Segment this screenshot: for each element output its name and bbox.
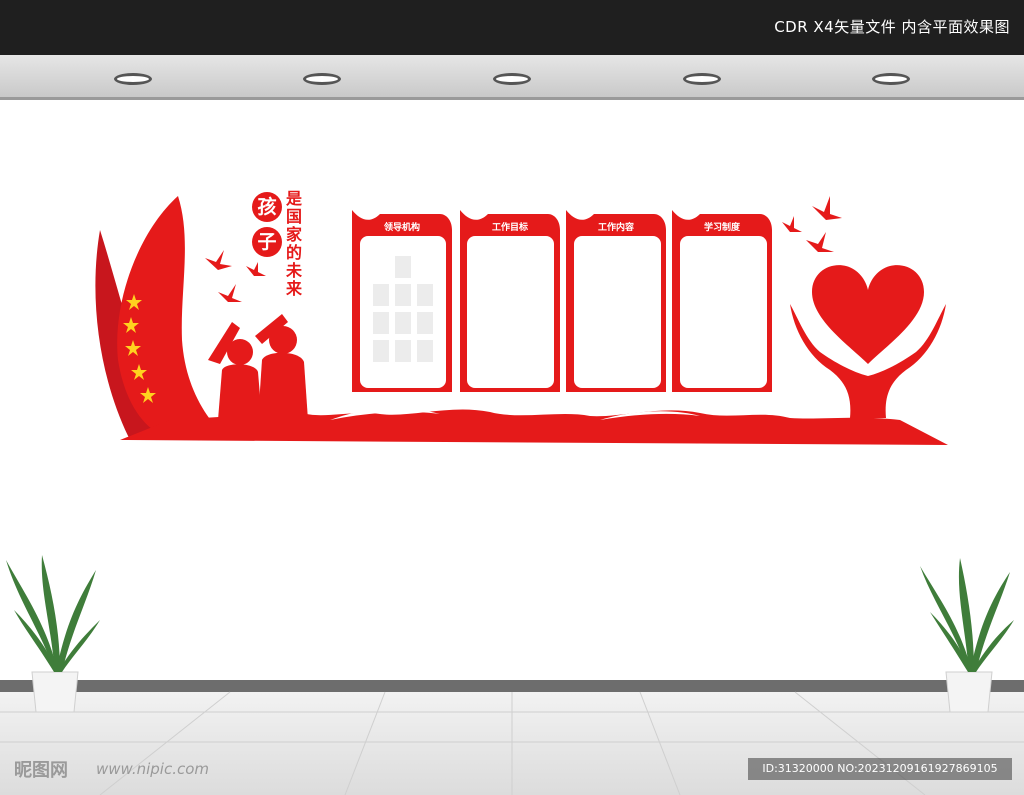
dove-icon — [806, 232, 834, 252]
plant-pot — [945, 671, 993, 713]
panel-title-work-content: 工作内容 — [597, 223, 634, 233]
plant-left — [6, 555, 100, 713]
watermark-logo: 昵图网 — [14, 760, 68, 781]
panel-title-leadership: 领导机构 — [383, 223, 420, 233]
panel-work-goals — [460, 210, 560, 392]
panel-leadership — [352, 210, 452, 392]
panel-work-content — [566, 210, 666, 392]
heart-icon — [812, 265, 924, 364]
culture-wall-artwork — [0, 196, 1024, 795]
dove-icon — [812, 196, 842, 220]
doves-left — [205, 250, 266, 302]
slogan-char-2: 子 — [252, 227, 282, 257]
panel-study-rules — [672, 210, 772, 392]
dove-icon — [205, 250, 232, 270]
doves-right — [782, 196, 842, 252]
slogan-text: 是国家的未来 — [286, 189, 303, 298]
slogan-char-1: 孩 — [252, 192, 282, 222]
panel-title-study-rules: 学习制度 — [703, 223, 740, 233]
dove-icon — [246, 262, 266, 276]
flag-wave-front — [117, 196, 230, 440]
watermark-url: www.nipic.com — [96, 760, 210, 778]
panel-title-work-goals: 工作目标 — [491, 223, 528, 233]
plant-right — [920, 558, 1014, 713]
dove-icon — [782, 216, 802, 232]
watermark-id: ID:31320000 NO:20231209161927869105 — [748, 758, 1012, 780]
plant-pot — [31, 671, 79, 713]
children-silhouette-icon — [208, 314, 308, 420]
panels — [352, 210, 772, 392]
dove-icon — [218, 284, 242, 302]
